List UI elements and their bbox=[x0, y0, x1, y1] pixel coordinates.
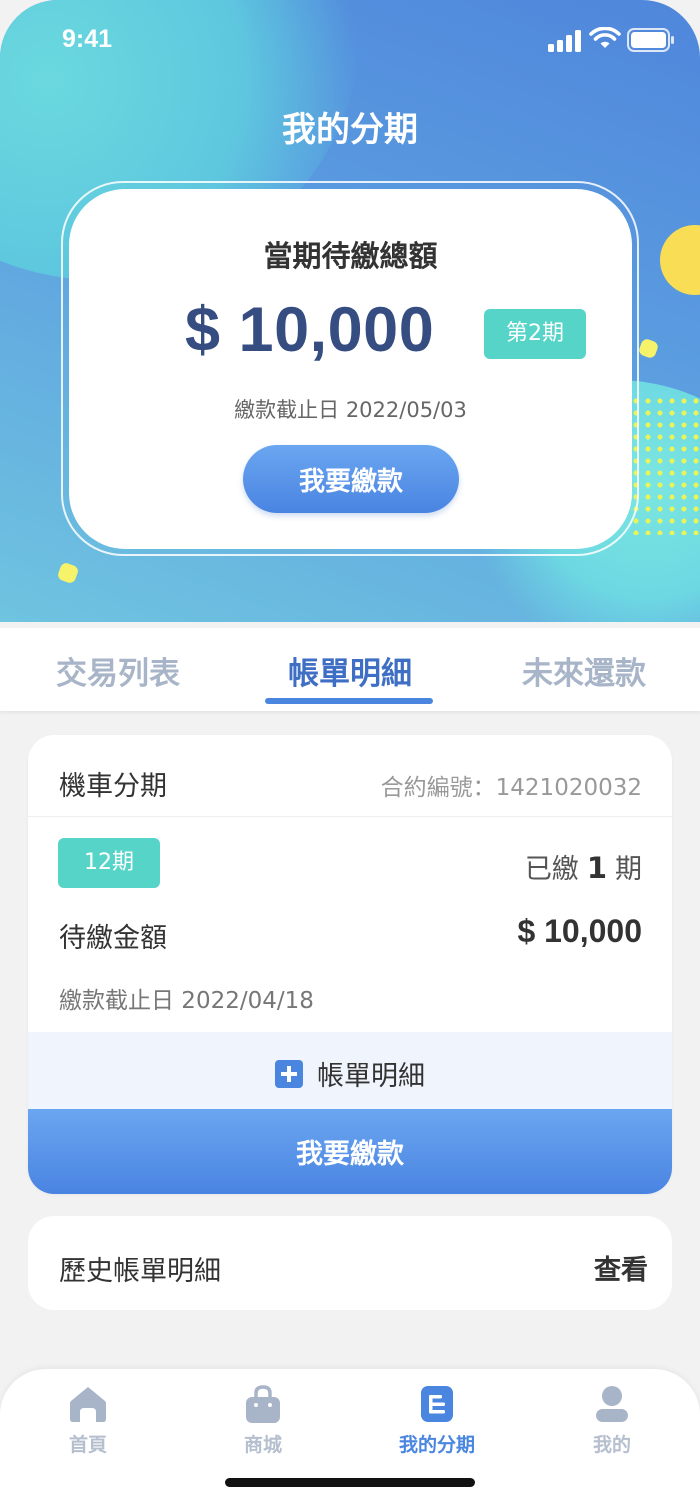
home-indicator bbox=[225, 1478, 475, 1487]
bill-detail-toggle[interactable]: 帳單明細 bbox=[28, 1032, 672, 1109]
wifi-icon bbox=[589, 27, 621, 48]
nav-label: 商城 bbox=[243, 1434, 282, 1456]
nav-home[interactable]: 首頁 bbox=[28, 1384, 148, 1457]
battery-icon bbox=[627, 28, 674, 52]
summary-pay-button[interactable]: 我要繳款 bbox=[243, 445, 459, 513]
status-time: 9:41 bbox=[62, 25, 113, 53]
term-badge: 12期 bbox=[58, 838, 160, 888]
history-bill-row[interactable]: 歷史帳單明細 查看 bbox=[28, 1216, 672, 1310]
contract-number: 合約編號：1421020032 bbox=[380, 775, 642, 801]
bill-title: 機車分期 bbox=[59, 771, 167, 802]
summary-due-date: 繳款截止日 2022/05/03 bbox=[234, 398, 467, 422]
period-badge: 第2期 bbox=[484, 309, 586, 359]
plus-icon bbox=[275, 1059, 303, 1088]
installment-icon bbox=[421, 1386, 453, 1422]
paid-suffix: 期 bbox=[615, 854, 642, 885]
home-icon bbox=[70, 1387, 106, 1422]
bill-card: 機車分期 合約編號：1421020032 12期 已繳 1 期 待繳金額 $ 10,… bbox=[28, 735, 672, 1194]
status-bar: 9:41 bbox=[0, 0, 700, 80]
page-title: 我的分期 bbox=[282, 110, 418, 150]
paid-prefix: 已繳 bbox=[524, 854, 579, 885]
history-label: 歷史帳單明細 bbox=[59, 1256, 221, 1287]
nav-label: 首頁 bbox=[68, 1434, 107, 1456]
tab-bar: 交易列表 帳單明細 未來還款 bbox=[0, 628, 700, 711]
bill-detail-label: 帳單明細 bbox=[317, 1061, 425, 1092]
tab-bill-details[interactable]: 帳單明細 bbox=[250, 648, 450, 693]
history-view-link[interactable]: 查看 bbox=[594, 1248, 648, 1287]
bill-card-header: 機車分期 合約編號：1421020032 bbox=[28, 735, 672, 817]
paid-periods: 已繳 1 期 bbox=[525, 847, 642, 886]
active-tab-indicator bbox=[265, 698, 433, 704]
tab-transactions[interactable]: 交易列表 bbox=[18, 648, 218, 693]
paid-count: 1 bbox=[586, 851, 607, 885]
payment-deadline: 繳款截止日 2022/04/18 bbox=[59, 988, 314, 1014]
bill-pay-button[interactable]: 我要繳款 bbox=[28, 1109, 672, 1194]
decorative-circle bbox=[660, 225, 700, 295]
nav-installments[interactable]: 我的分期 bbox=[377, 1384, 497, 1457]
nav-shop[interactable]: 商城 bbox=[203, 1384, 323, 1457]
decorative-dot bbox=[637, 337, 660, 360]
decorative-dot-pattern bbox=[630, 395, 700, 535]
user-icon bbox=[596, 1386, 628, 1422]
signal-icon bbox=[548, 30, 581, 52]
nav-label: 我的 bbox=[592, 1434, 631, 1456]
nav-label: 我的分期 bbox=[398, 1434, 475, 1456]
due-amount-label: 待繳金額 bbox=[59, 923, 167, 954]
tab-future-repayment[interactable]: 未來還款 bbox=[484, 648, 684, 693]
summary-label: 當期待繳總額 bbox=[263, 239, 438, 273]
summary-amount: $ 10,000 bbox=[185, 295, 435, 365]
nav-profile[interactable]: 我的 bbox=[552, 1384, 672, 1457]
summary-card: 當期待繳總額 $ 10,000 第2期 繳款截止日 2022/05/03 我要繳… bbox=[69, 189, 632, 549]
decorative-dot bbox=[56, 561, 80, 585]
shopping-bag-icon bbox=[246, 1385, 280, 1423]
due-amount: $ 10,000 bbox=[517, 913, 642, 949]
